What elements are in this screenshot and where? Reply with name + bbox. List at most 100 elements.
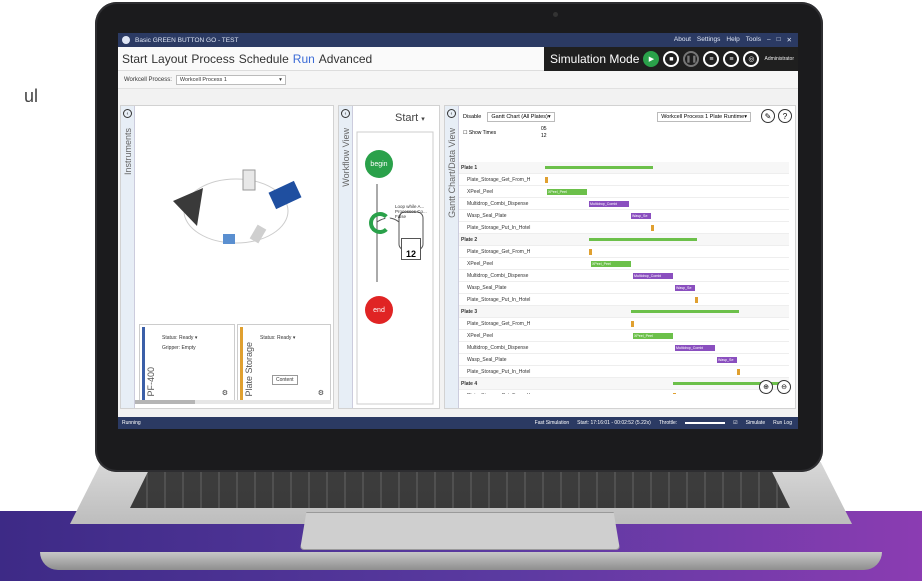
wasp-sealer <box>268 180 302 210</box>
step-bar[interactable] <box>695 297 698 303</box>
help-link[interactable]: Help <box>726 36 739 44</box>
view-select[interactable]: Gantt Chart (All Plates) ▾ <box>487 112 555 122</box>
gantt-plate-row[interactable]: Plate 4 <box>459 378 789 390</box>
gantt-step-row[interactable]: Multidrop_Combi_Dispense Multidrop_Combi <box>459 342 789 354</box>
end-node[interactable]: end <box>365 296 393 324</box>
step-bar[interactable] <box>673 393 676 394</box>
fast-simulation-toggle[interactable]: Fast Simulation <box>535 420 569 426</box>
plate-runtime-bar[interactable] <box>589 238 697 241</box>
minimize-icon[interactable]: – <box>767 36 771 44</box>
step-bar[interactable]: Multidrop_Combi <box>589 201 629 207</box>
gantt-step-row[interactable]: Plate_Storage_Put_In_Hotel <box>459 222 789 234</box>
runtime-select[interactable]: Workcell Process 1 Plate Runtime ▾ <box>657 112 751 122</box>
gantt-plate-row[interactable]: Plate 1 <box>459 162 789 174</box>
show-times-checkbox[interactable]: ☐ Show Times <box>463 130 496 136</box>
run-log-button[interactable]: Run Log <box>773 420 792 426</box>
gantt-step-row[interactable]: Plate_Storage_Put_In_Hotel <box>459 366 789 378</box>
gantt-step-row[interactable]: XPeel_Peel XPeel_Peel <box>459 258 789 270</box>
step-bar[interactable]: XPeel_Peel <box>633 333 673 339</box>
step-bar[interactable]: Wasp_Se <box>717 357 737 363</box>
simulate-label: Simulate <box>745 420 766 426</box>
content-button[interactable]: Content <box>272 375 298 385</box>
step-all-icon[interactable]: ≡ <box>723 51 740 67</box>
settings-link[interactable]: Settings <box>697 36 721 44</box>
workflow-tab[interactable]: ‹ Workflow View <box>339 106 353 408</box>
menu-process[interactable]: Process <box>191 52 234 66</box>
gantt-step-row[interactable]: Multidrop_Combi_Dispense Multidrop_Combi <box>459 270 789 282</box>
step-bar[interactable] <box>589 249 592 255</box>
step-bar[interactable]: Multidrop_Combi <box>633 273 673 279</box>
disable-button[interactable]: Disable <box>463 114 481 120</box>
simulation-icon[interactable]: ◎ <box>743 51 760 67</box>
workflow-panel: ‹ Workflow View Start ▾ begin Loop while… <box>338 105 440 409</box>
step-bar[interactable]: Multidrop_Combi <box>675 345 715 351</box>
instruments-tab-label: Instruments <box>123 128 133 176</box>
chevron-down-icon[interactable]: ▾ <box>293 335 296 341</box>
user-label[interactable]: Administrator <box>765 56 794 62</box>
plate-runtime-bar[interactable] <box>631 310 739 313</box>
workcell-process-select[interactable]: Workcell Process 1 ▾ <box>175 74 286 85</box>
gantt-plate-row[interactable]: Plate 2 <box>459 234 789 246</box>
play-icon[interactable]: ▶ <box>643 51 660 67</box>
step-bar[interactable]: XPeel_Peel <box>547 189 587 195</box>
step-icon[interactable]: ≡ <box>703 51 720 67</box>
gantt-step-row[interactable]: Wasp_Seal_Plate Wasp_Se <box>459 354 789 366</box>
instrument-card-plate-storage[interactable]: Plate Storage Status: Ready ▾ Content ⚙ <box>237 324 331 404</box>
gantt-step-row[interactable]: XPeel_Peel XPeel_Peel <box>459 186 789 198</box>
gantt-step-row[interactable]: Wasp_Seal_Plate Wasp_Se <box>459 282 789 294</box>
collapse-icon[interactable]: ‹ <box>123 109 132 118</box>
step-bar[interactable] <box>651 225 654 231</box>
gantt-step-row[interactable]: Plate_Storage_Get_From_H <box>459 318 789 330</box>
about-link[interactable]: About <box>674 36 691 44</box>
gantt-plate-row[interactable]: Plate 3 <box>459 306 789 318</box>
help-icon[interactable]: ? <box>778 109 792 123</box>
pause-icon[interactable]: ❚❚ <box>683 51 700 67</box>
menu-start[interactable]: Start <box>122 52 147 66</box>
step-label: Plate_Storage_Get_From_H <box>467 248 531 255</box>
workcell-process-label: Workcell Process: <box>124 76 172 83</box>
gantt-step-row[interactable]: Plate_Storage_Get_From_H <box>459 390 789 394</box>
gantt-step-row[interactable]: XPeel_Peel XPeel_Peel <box>459 330 789 342</box>
tools-link[interactable]: Tools <box>746 36 761 44</box>
menu-layout[interactable]: Layout <box>151 52 187 66</box>
plate-storage-device <box>223 234 235 244</box>
throttle-slider[interactable] <box>685 422 726 424</box>
menu-run[interactable]: Run <box>293 52 315 66</box>
gantt-step-row[interactable]: Multidrop_Combi_Dispense Multidrop_Combi <box>459 198 789 210</box>
plate-runtime-bar[interactable] <box>545 166 653 169</box>
step-bar[interactable]: Wasp_Se <box>631 213 651 219</box>
zoom-in-icon[interactable]: ⊕ <box>759 380 773 394</box>
instrument-card-pf400[interactable]: PF-400 Status: Ready ▾ Gripper: Empty ⚙ <box>139 324 235 404</box>
camera-icon <box>553 12 558 17</box>
maximize-icon[interactable]: □ <box>777 36 781 44</box>
gear-icon[interactable]: ⚙ <box>318 389 324 397</box>
close-icon[interactable]: ✕ <box>787 36 792 44</box>
instruments-tab[interactable]: ‹ Instruments <box>121 106 135 408</box>
loop-icon[interactable] <box>369 212 391 234</box>
gantt-step-row[interactable]: Plate_Storage_Put_In_Hotel <box>459 294 789 306</box>
gantt-step-row[interactable]: Plate_Storage_Get_From_H <box>459 246 789 258</box>
begin-node[interactable]: begin <box>365 150 393 178</box>
zoom-out-icon[interactable]: ⊖ <box>777 380 791 394</box>
horizontal-scrollbar[interactable] <box>135 400 331 404</box>
workflow-start-select[interactable]: Start ▾ <box>395 112 425 124</box>
simulate-checkbox[interactable]: ☑ <box>733 420 737 426</box>
edit-icon[interactable]: ✎ <box>761 109 775 123</box>
collapse-icon[interactable]: ‹ <box>341 109 350 118</box>
collapse-icon[interactable]: ‹ <box>447 109 456 118</box>
step-bar[interactable]: XPeel_Peel <box>591 261 631 267</box>
throttle-label: Throttle: <box>658 420 678 426</box>
gantt-tab[interactable]: ‹ Gantt Chart/Data View <box>445 106 459 408</box>
menu-advanced[interactable]: Advanced <box>319 52 372 66</box>
chevron-down-icon[interactable]: ▾ <box>195 335 198 341</box>
calendar-icon[interactable]: 12 <box>401 238 421 260</box>
step-bar[interactable] <box>545 177 548 183</box>
step-bar[interactable]: Wasp_Se <box>675 285 695 291</box>
gear-icon[interactable]: ⚙ <box>222 389 228 397</box>
stop-icon[interactable]: ■ <box>663 51 680 67</box>
step-bar[interactable] <box>737 369 740 375</box>
gantt-step-row[interactable]: Wasp_Seal_Plate Wasp_Se <box>459 210 789 222</box>
step-bar[interactable] <box>631 321 634 327</box>
gantt-step-row[interactable]: Plate_Storage_Get_From_H <box>459 174 789 186</box>
menu-schedule[interactable]: Schedule <box>239 52 289 66</box>
